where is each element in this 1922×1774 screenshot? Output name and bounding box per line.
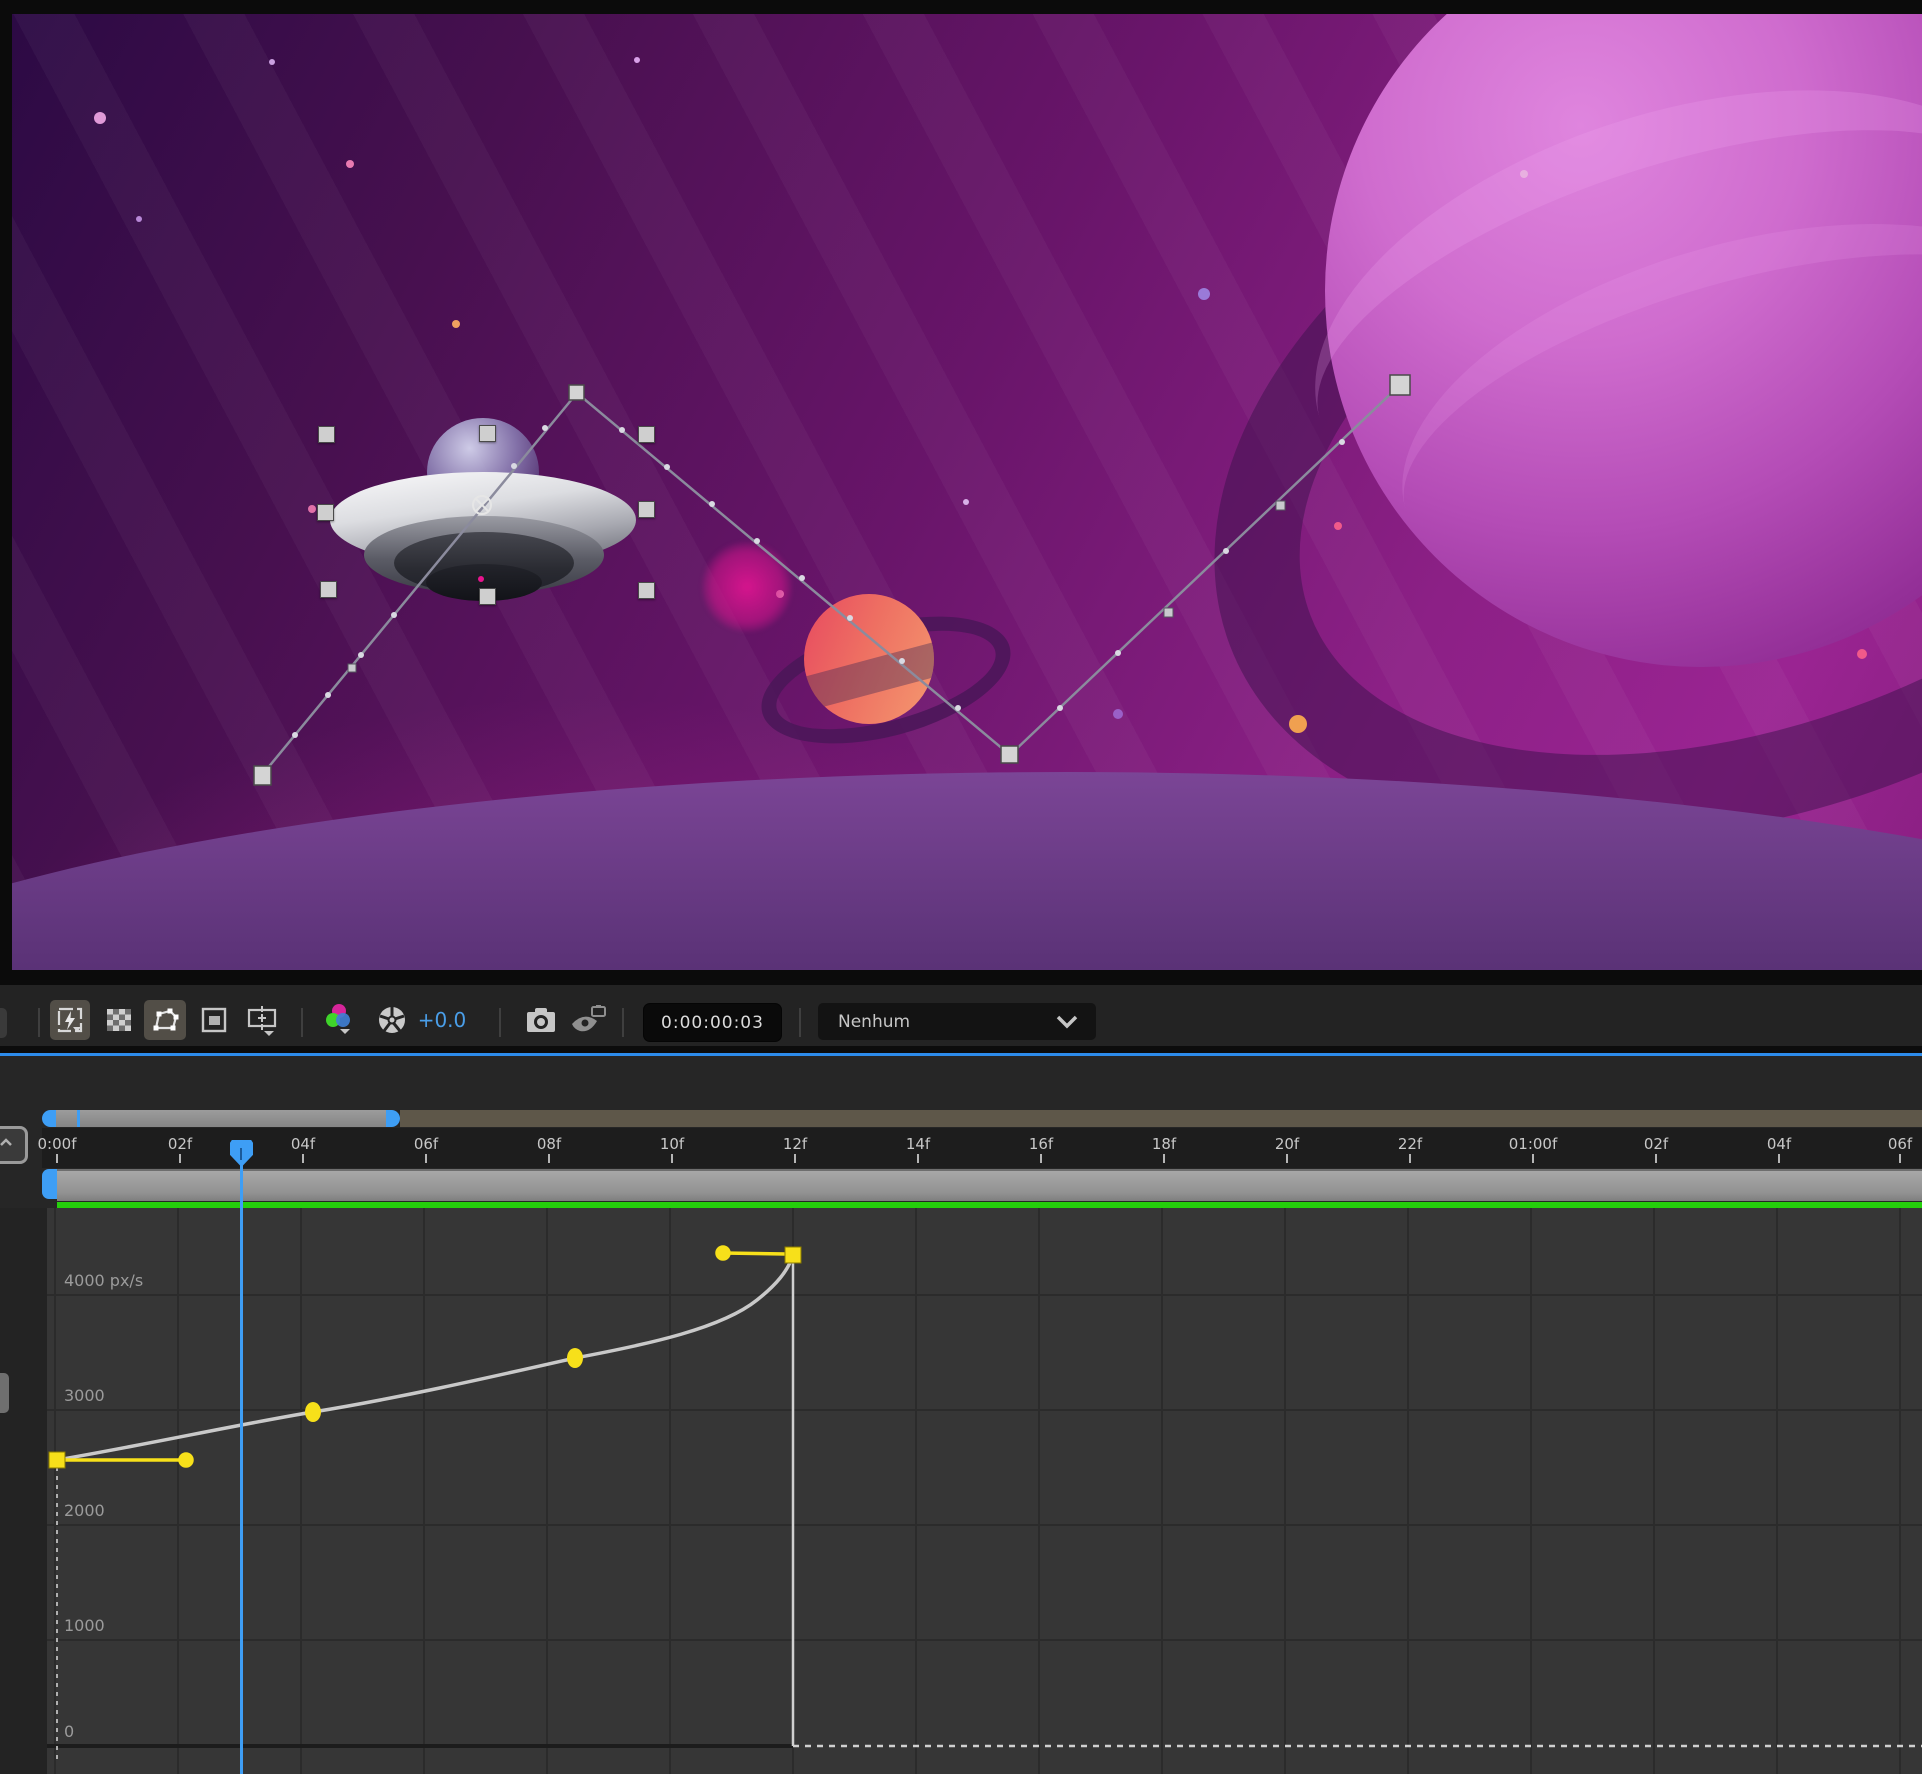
ruler-tick: [1655, 1154, 1657, 1163]
grid-guides-button[interactable]: [240, 1000, 284, 1040]
fast-previews-button[interactable]: [50, 1000, 90, 1040]
view-layout-value: Nenhum: [838, 1012, 910, 1032]
view-layout-dropdown[interactable]: Nenhum: [818, 1003, 1096, 1040]
playhead-line[interactable]: [240, 1164, 243, 1774]
channels-button[interactable]: [318, 1000, 362, 1040]
time-ruler[interactable]: 0:00f02f04f06f08f10f12f14f16f18f20f22f01…: [42, 1128, 1922, 1168]
rgb-circles-icon: [324, 1003, 356, 1037]
ruler-label: 01:00f: [1509, 1135, 1558, 1153]
selection-handle-e[interactable]: [638, 501, 655, 518]
timeline-scrollbar-thumb[interactable]: [56, 1110, 386, 1127]
comp-marker-bin-icon[interactable]: [0, 1126, 28, 1164]
ruler-label: 06f: [1888, 1135, 1912, 1153]
toolbar-separator: [799, 1008, 801, 1037]
composition-viewer[interactable]: [0, 0, 1922, 985]
ruler-tick: [425, 1154, 427, 1163]
selection-handle-nw[interactable]: [318, 426, 335, 443]
ruler-label: 02f: [168, 1135, 192, 1153]
selection-handle-w[interactable]: [317, 504, 334, 521]
ruler-label: 20f: [1275, 1135, 1299, 1153]
toolbar-edge-fragment: [0, 1008, 7, 1038]
square-in-square-icon: [201, 1007, 227, 1033]
toolbar-bottom-strip: [0, 1046, 1922, 1053]
selection-handle-ne[interactable]: [638, 426, 655, 443]
ruler-tick: [671, 1154, 673, 1163]
layer-anchor-point[interactable]: [473, 496, 491, 514]
exposure-value[interactable]: +0.0: [414, 1000, 470, 1040]
graph-value-label: 2000: [64, 1501, 105, 1520]
graph-value-label: 4000 px/s: [64, 1271, 143, 1290]
ruler-tick: [917, 1154, 919, 1163]
motion-path[interactable]: [12, 14, 1922, 970]
ruler-tick: [1899, 1154, 1901, 1163]
ruler-label: 04f: [1767, 1135, 1791, 1153]
ruler-tick: [179, 1154, 181, 1163]
ruler-tick: [302, 1154, 304, 1163]
region-of-interest-button[interactable]: [195, 1000, 233, 1040]
work-area-bar[interactable]: [57, 1169, 1922, 1201]
reset-exposure-button[interactable]: [372, 1000, 412, 1040]
selection-handle-se[interactable]: [638, 582, 655, 599]
ruler-tick: [1163, 1154, 1165, 1163]
toolbar-separator: [38, 1008, 40, 1037]
ruler-label: 22f: [1398, 1135, 1422, 1153]
mask-outline-icon: [150, 1006, 180, 1034]
ruler-tick: [548, 1154, 550, 1163]
selection-handle-s[interactable]: [479, 588, 496, 605]
graph-grid: [47, 1208, 1922, 1774]
ruler-label: 08f: [537, 1135, 561, 1153]
playhead-marker-slit: [240, 1148, 242, 1160]
ruler-label: 0:00f: [38, 1135, 77, 1153]
toolbar-separator: [301, 1008, 303, 1037]
ruler-label: 10f: [660, 1135, 684, 1153]
show-snapshot-button[interactable]: [566, 1000, 612, 1040]
lightning-icon: [56, 1006, 84, 1034]
graph-value-label: 1000: [64, 1616, 105, 1635]
ruler-tick: [56, 1154, 58, 1163]
timecode-field[interactable]: 0:00:00:03: [643, 1003, 782, 1042]
selection-handle-n[interactable]: [479, 425, 496, 442]
ruler-label: 02f: [1644, 1135, 1668, 1153]
motion-path-inbetween-squares[interactable]: [348, 501, 1285, 672]
scrollbar-left-cap[interactable]: [42, 1110, 56, 1127]
after-effects-window: +0.0 0:00:00:03 Nenhum 0:00f 0: [0, 0, 1922, 1774]
frame-crosshair-icon: [245, 1004, 279, 1036]
checkerboard-icon: [106, 1007, 132, 1033]
camera-icon: [525, 1007, 557, 1033]
ruler-label: 14f: [906, 1135, 930, 1153]
composition-canvas[interactable]: [12, 14, 1922, 970]
selection-handle-sw[interactable]: [320, 581, 337, 598]
ruler-label: 04f: [291, 1135, 315, 1153]
scrollbar-playhead-tick: [77, 1110, 80, 1127]
graph-value-label: 0: [64, 1722, 74, 1741]
toolbar-separator: [499, 1008, 501, 1037]
ruler-tick: [1532, 1154, 1534, 1163]
mask-visibility-button[interactable]: [144, 1000, 186, 1040]
transparency-grid-button[interactable]: [100, 1000, 138, 1040]
ruler-label: 16f: [1029, 1135, 1053, 1153]
ruler-tick: [1040, 1154, 1042, 1163]
motion-path-keyframe-squares[interactable]: [254, 375, 1410, 785]
shutter-icon: [376, 1004, 408, 1036]
timeline-scrollbar-track[interactable]: [400, 1110, 1922, 1127]
graph-value-label: 3000: [64, 1386, 105, 1405]
ruler-tick: [1286, 1154, 1288, 1163]
ruler-tick: [1778, 1154, 1780, 1163]
chevron-down-icon: [1056, 1015, 1078, 1029]
ruler-label: 06f: [414, 1135, 438, 1153]
toolbar-separator: [622, 1008, 624, 1037]
speed-graph[interactable]: [0, 1208, 1922, 1774]
ruler-tick: [1409, 1154, 1411, 1163]
ruler-label: 18f: [1152, 1135, 1176, 1153]
snapshot-button[interactable]: [520, 1000, 562, 1040]
eye-camera-icon: [570, 1005, 608, 1035]
work-area-start-bracket[interactable]: [42, 1169, 58, 1199]
motion-path-dots: [292, 425, 1345, 738]
ruler-label: 12f: [783, 1135, 807, 1153]
ruler-tick: [794, 1154, 796, 1163]
